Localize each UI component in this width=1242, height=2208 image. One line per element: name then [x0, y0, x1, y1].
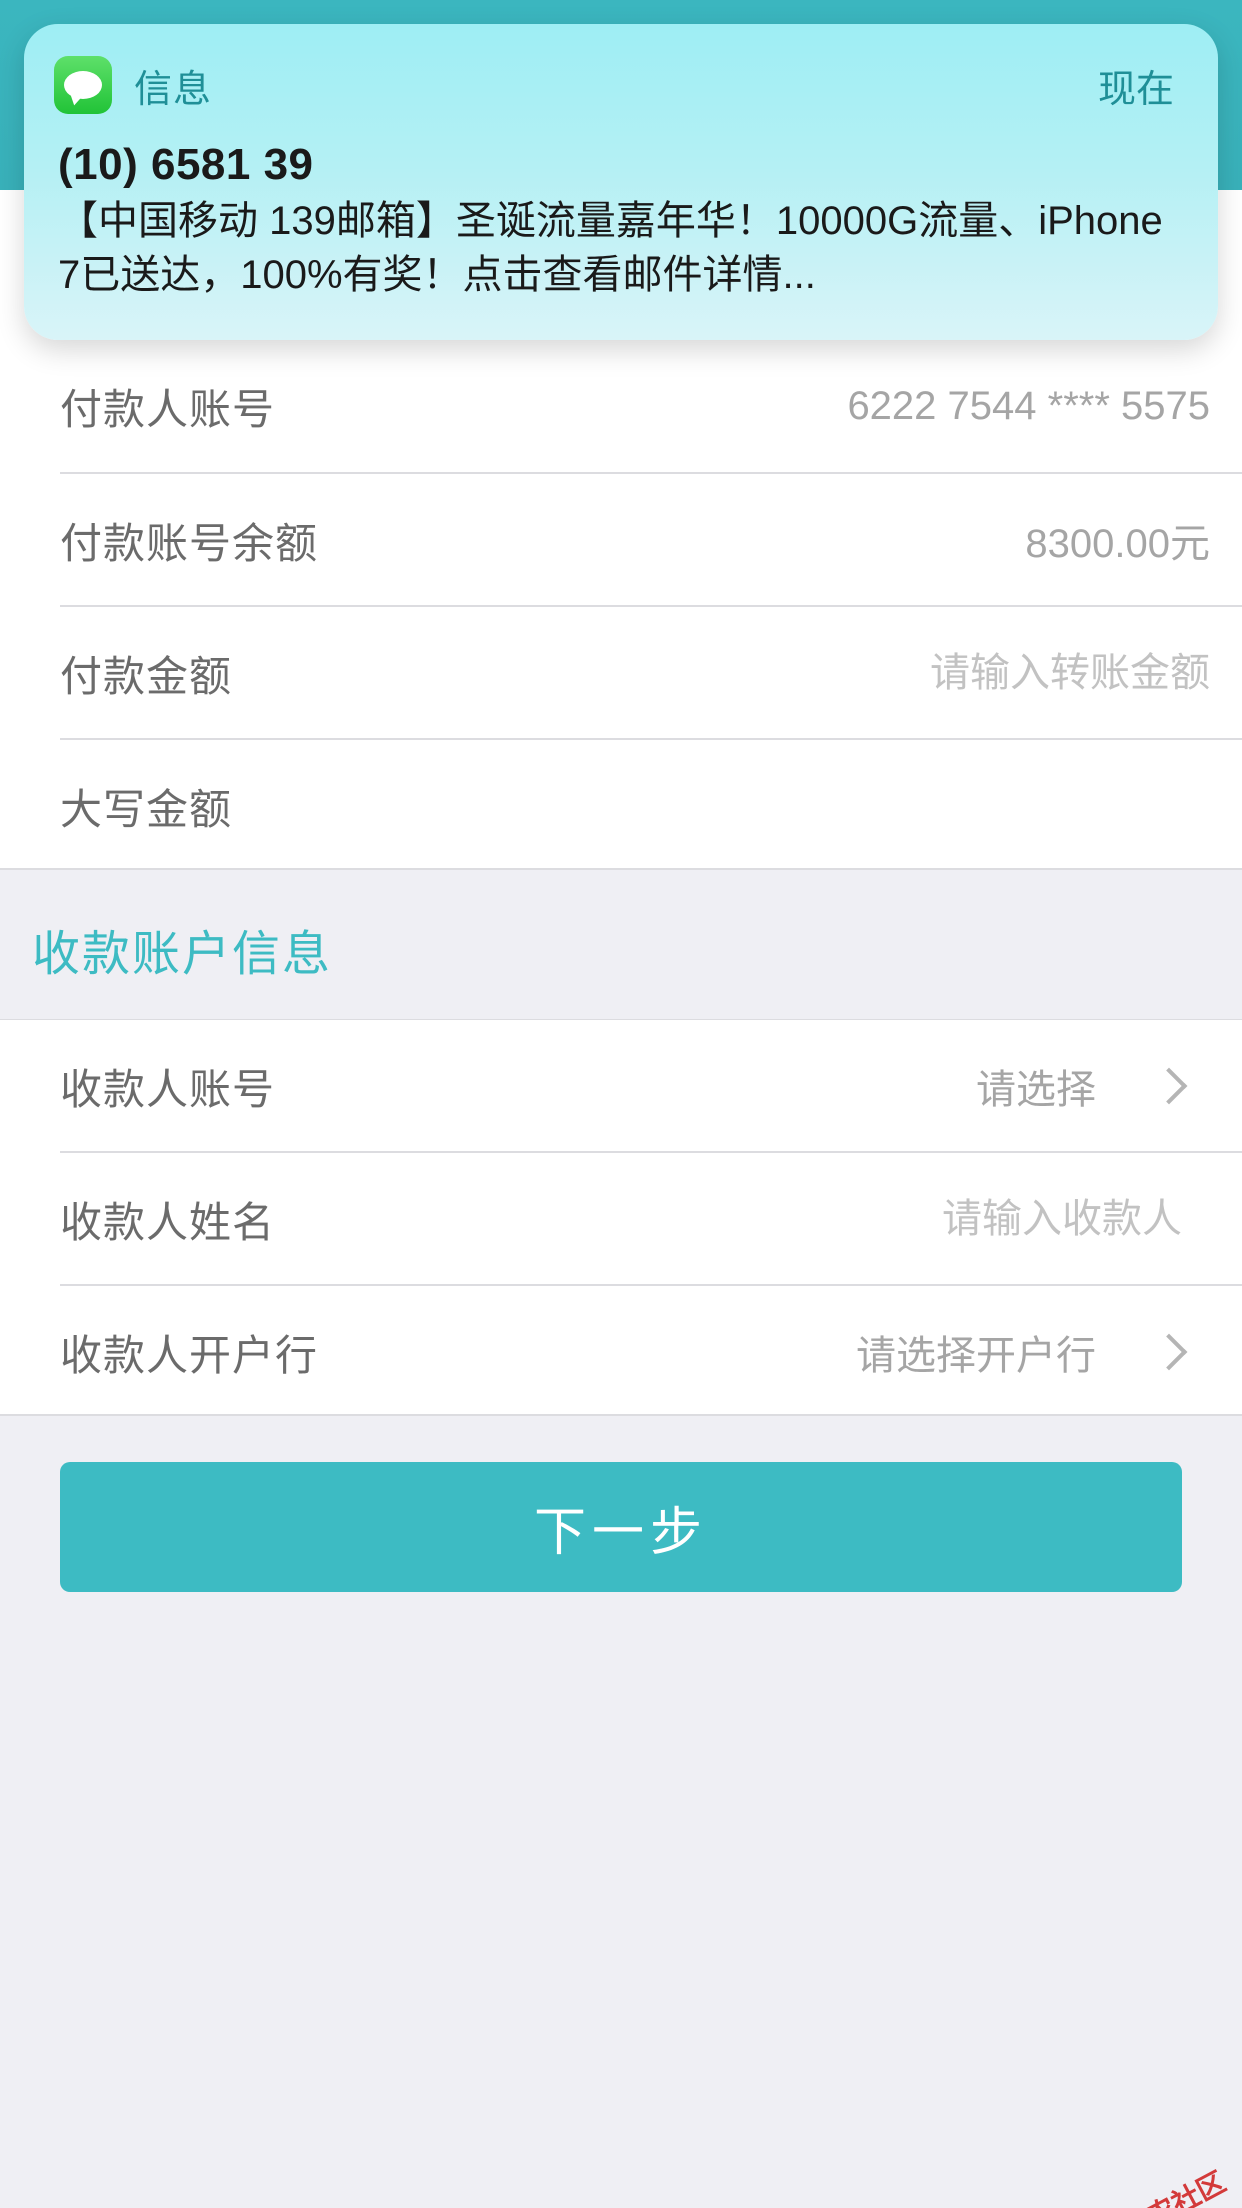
notification-header: 信息 现在 — [54, 54, 1174, 116]
chevron-right-icon[interactable] — [1150, 1333, 1188, 1371]
payee-name-row[interactable]: 收款人姓名 — [0, 1153, 1242, 1285]
payment-amount-input[interactable] — [690, 650, 1210, 696]
payment-amount-label: 付款金额 — [60, 652, 233, 700]
message-notification[interactable]: 信息 现在 (10) 6581 39 【中国移动 139邮箱】圣诞流量嘉年华！1… — [24, 24, 1218, 340]
payee-info-list: 收款人账号 请选择 收款人姓名 收款人开户行 请选择开户行 — [0, 1020, 1242, 1416]
payer-balance-value: 8300.00元 — [1025, 522, 1210, 566]
payee-bank-select[interactable]: 请选择开户行 — [856, 1323, 1096, 1381]
payer-account-row: 付款人账号 6222 7544 **** 5575 — [0, 340, 1242, 472]
watermark: 卡农社区 — [1086, 2161, 1232, 2208]
transfer-screen: 付款人账号 6222 7544 **** 5575 付款账号余额 8300.00… — [0, 0, 1242, 2208]
payee-bank-label: 收款人开户行 — [60, 1331, 319, 1379]
payment-amount-row[interactable]: 付款金额 — [0, 607, 1242, 739]
payer-balance-label: 付款账号余额 — [60, 519, 319, 567]
notification-body: 【中国移动 139邮箱】圣诞流量嘉年华！10000G流量、iPhone 7已送达… — [58, 199, 1163, 297]
payee-name-label: 收款人姓名 — [60, 1198, 276, 1246]
payee-account-label: 收款人账号 — [60, 1065, 276, 1113]
payer-balance-row: 付款账号余额 8300.00元 — [0, 474, 1242, 606]
amount-in-words-label: 大写金额 — [60, 785, 233, 833]
notification-sender: (10) 6581 39 — [58, 140, 314, 189]
chat-bubble-icon — [64, 71, 102, 99]
messages-icon — [54, 56, 112, 114]
chevron-right-icon[interactable] — [1150, 1067, 1188, 1105]
notification-app-name: 信息 — [134, 68, 213, 111]
payer-account-label: 付款人账号 — [60, 385, 276, 433]
section-title: 收款账户信息 — [32, 928, 333, 981]
payee-section-header: 收款账户信息 — [0, 870, 1242, 1020]
notification-time: 现在 — [1097, 68, 1174, 111]
payer-account-value: 6222 7544 **** 5575 — [847, 383, 1210, 428]
payee-name-input[interactable] — [662, 1196, 1182, 1242]
payee-account-row[interactable]: 收款人账号 请选择 — [0, 1020, 1242, 1152]
payee-bank-row[interactable]: 收款人开户行 请选择开户行 — [0, 1286, 1242, 1418]
watermark-text: 卡农社区 — [1117, 2165, 1231, 2208]
amount-in-words-row: 大写金额 — [0, 740, 1242, 872]
payee-account-select[interactable]: 请选择 — [976, 1057, 1096, 1115]
section-divider — [0, 1414, 1242, 1416]
next-step-button[interactable]: 下一步 — [60, 1462, 1182, 1592]
